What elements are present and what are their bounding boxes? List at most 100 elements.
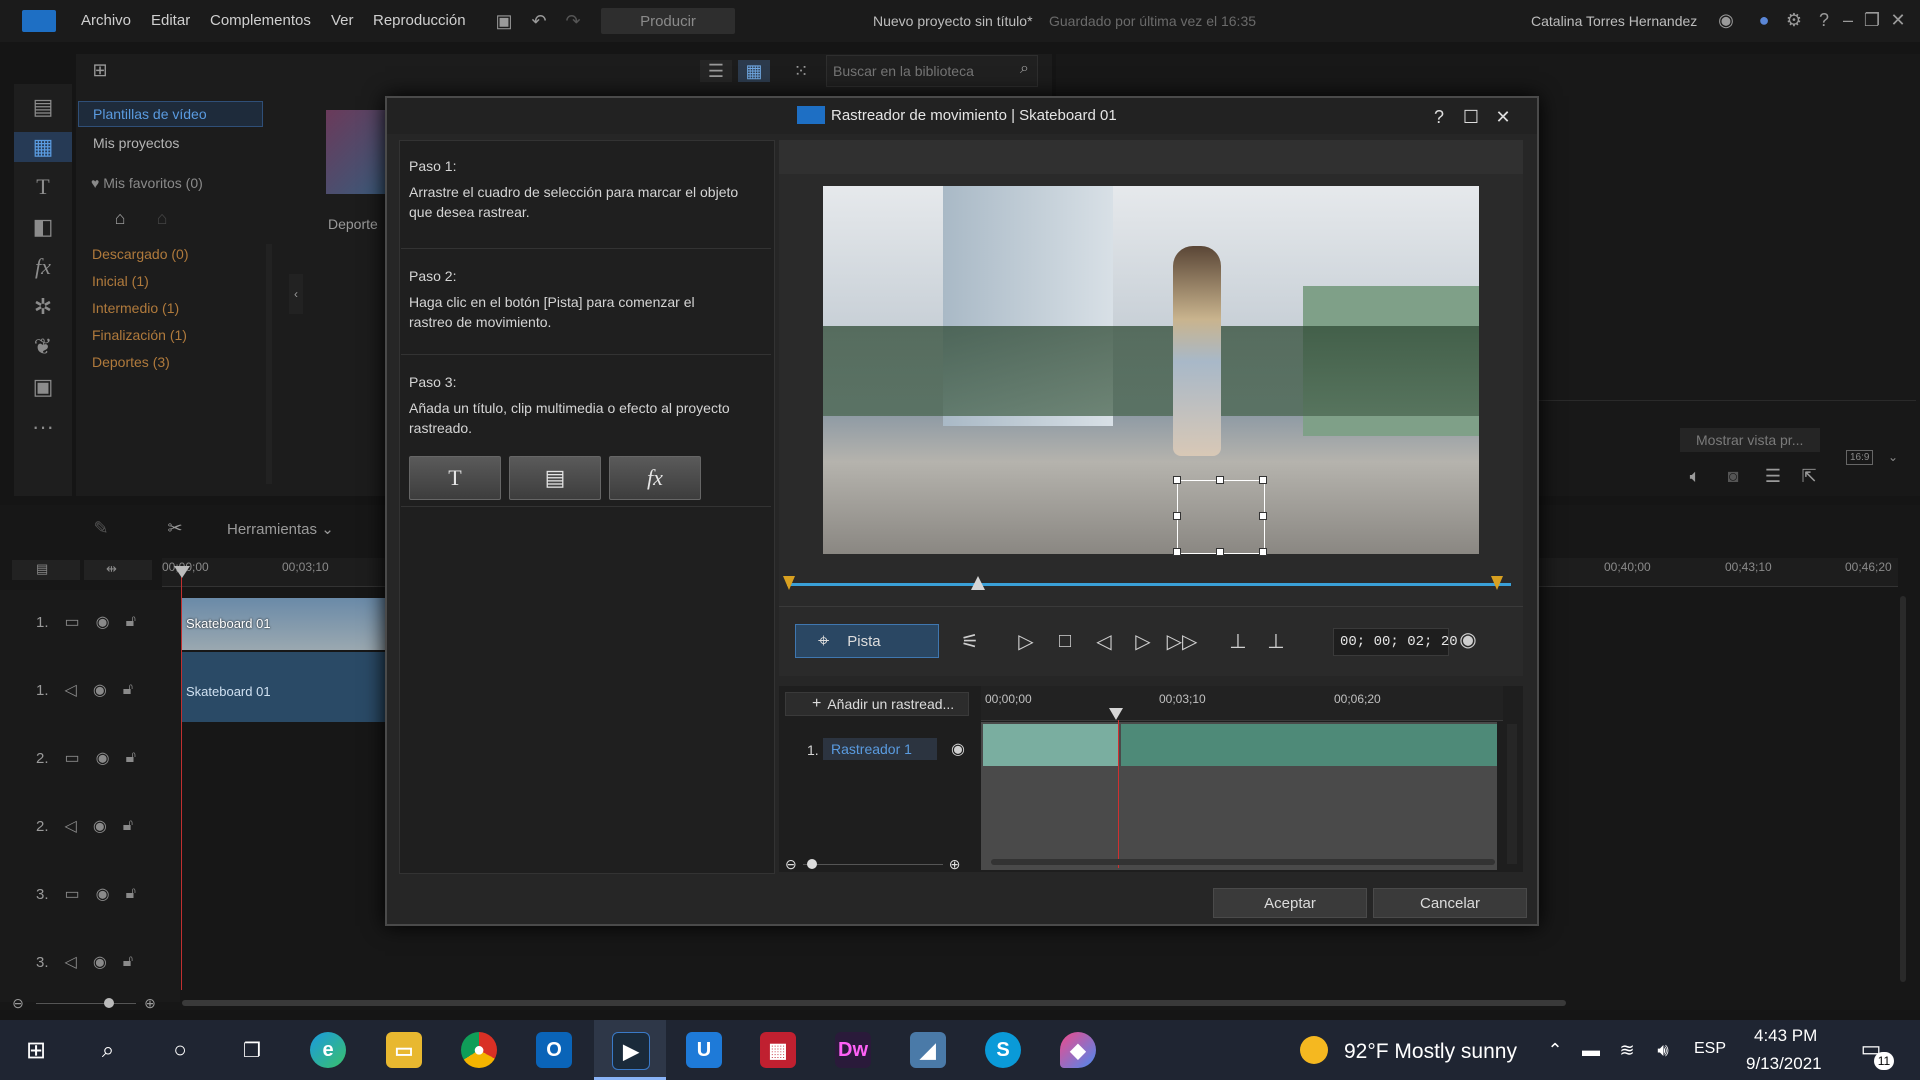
lock-icon[interactable]: 🔓︎ xyxy=(126,749,136,767)
search-icon[interactable]: ⌕ xyxy=(1020,60,1029,78)
visibility-eye-icon[interactable]: ◉ xyxy=(96,884,110,904)
more-rooms-icon[interactable]: ··· xyxy=(26,412,60,442)
media-room-icon[interactable]: ▤ xyxy=(26,92,60,122)
transition-room-icon[interactable]: ◧ xyxy=(26,212,60,242)
account-icon[interactable]: ◉ xyxy=(1714,8,1738,32)
tracked-segment[interactable] xyxy=(983,724,1119,766)
resize-handle[interactable] xyxy=(1259,512,1267,520)
aspect-ratio-select[interactable]: 16:9 ⌄ xyxy=(1846,450,1900,470)
save-icon[interactable]: ▣ xyxy=(492,10,516,32)
produce-button[interactable]: Producir xyxy=(601,8,735,34)
menu-reproduccion[interactable]: Reproducción xyxy=(373,12,466,29)
chrome-icon[interactable]: ● xyxy=(461,1032,497,1068)
menu-editar[interactable]: Editar xyxy=(151,12,190,29)
lock-icon[interactable]: 🔓︎ xyxy=(126,613,136,631)
zoom-in-icon[interactable]: ⊕ xyxy=(949,856,961,873)
panel-resize-handle[interactable] xyxy=(779,676,1523,684)
video-preview-frame[interactable] xyxy=(823,186,1479,554)
menu-ver[interactable]: Ver xyxy=(331,12,354,29)
powerdirector-icon[interactable]: ▶ xyxy=(612,1032,650,1070)
import-folder-icon[interactable]: ⊞ xyxy=(88,58,112,82)
list-view-icon[interactable]: ☰ xyxy=(700,60,732,82)
task-view-icon[interactable]: ❐ xyxy=(236,1034,268,1066)
playhead-handle[interactable] xyxy=(174,566,190,578)
split-scissors-icon[interactable]: ✂ xyxy=(160,516,190,540)
settings-gear-icon[interactable]: ⚙ xyxy=(1782,8,1806,32)
minimize-icon[interactable]: – xyxy=(1836,8,1860,32)
skype-icon[interactable]: S xyxy=(985,1032,1021,1068)
wifi-icon[interactable]: ≋ xyxy=(1614,1038,1640,1062)
tracker-horizontal-scrollbar[interactable] xyxy=(991,859,1495,865)
add-tag-icon[interactable]: ⌂ xyxy=(108,206,132,230)
tracker-zoom-slider[interactable] xyxy=(802,859,943,869)
edit-pencil-icon[interactable]: ✎ xyxy=(86,516,116,540)
battery-icon[interactable]: ▬ xyxy=(1578,1038,1604,1062)
scrub-position-handle[interactable] xyxy=(971,576,985,590)
scrub-bar[interactable] xyxy=(787,583,1511,586)
add-tracker-button[interactable]: + Añadir un rastread... xyxy=(785,692,969,716)
quality-icon[interactable]: ☰ xyxy=(1760,464,1786,488)
nav-my-projects[interactable]: Mis proyectos xyxy=(93,135,179,151)
outlook-icon[interactable]: O xyxy=(536,1032,572,1068)
visibility-eye-icon[interactable]: ◉ xyxy=(93,816,107,836)
collapse-panel-icon[interactable]: ‹ xyxy=(289,274,303,314)
fast-forward-icon[interactable]: ▷▷ xyxy=(1167,626,1198,656)
cancel-button[interactable]: Cancelar xyxy=(1373,888,1527,918)
effects-room-icon[interactable]: fx xyxy=(26,252,60,282)
clock-date[interactable]: 9/13/2021 xyxy=(1746,1054,1822,1074)
tracker-clip-segment[interactable] xyxy=(1121,724,1497,766)
mark-out-icon[interactable]: ⊥ xyxy=(1261,626,1291,656)
lock-icon[interactable]: 🔓︎ xyxy=(123,681,133,699)
add-title-button[interactable]: T xyxy=(409,456,501,500)
zoom-in-icon[interactable]: ⊕ xyxy=(142,995,158,1011)
dreamweaver-icon[interactable]: Dw xyxy=(835,1032,871,1068)
stop-icon[interactable]: □ xyxy=(1050,626,1080,656)
help-icon[interactable]: ? xyxy=(1812,8,1836,32)
lock-icon[interactable]: 🔓︎ xyxy=(126,885,136,903)
title-room-icon[interactable]: T xyxy=(26,172,60,202)
redo-icon[interactable]: ↷ xyxy=(561,10,585,32)
help-icon[interactable]: ? xyxy=(1427,106,1451,128)
visibility-eye-icon[interactable]: ◉ xyxy=(96,748,110,768)
red-app-icon[interactable]: ▦ xyxy=(760,1032,796,1068)
next-frame-icon[interactable]: ▷ xyxy=(1128,626,1158,656)
track-button[interactable]: ⌖ Pista xyxy=(795,624,939,658)
snapshot-icon[interactable]: ◙ xyxy=(1720,464,1746,488)
category-finalizacion[interactable]: Finalización (1) xyxy=(92,327,187,343)
thumbnail-view-icon[interactable]: ⁙ xyxy=(788,60,814,82)
timeline-vertical-scrollbar[interactable] xyxy=(1900,596,1906,982)
resize-handle[interactable] xyxy=(1216,476,1224,484)
close-icon[interactable]: ✕ xyxy=(1491,106,1515,128)
notification-bell-icon[interactable]: ● xyxy=(1752,8,1776,32)
undo-icon[interactable]: ↶ xyxy=(527,10,551,32)
edge-browser-icon[interactable]: e xyxy=(310,1032,346,1068)
add-media-button[interactable]: ▤ xyxy=(509,456,601,500)
subtitle-room-icon[interactable]: ▣ xyxy=(26,372,60,402)
timecode-field[interactable]: 00; 00; 02; 20 xyxy=(1333,628,1458,656)
preview-toggle-icon[interactable]: ◉ xyxy=(1453,624,1483,654)
volume-icon[interactable]: 🔊︎ xyxy=(1650,1038,1676,1062)
mark-out-handle[interactable] xyxy=(1491,576,1503,590)
color-app-icon[interactable]: ◆ xyxy=(1060,1032,1096,1068)
u-app-icon[interactable]: U xyxy=(686,1032,722,1068)
accept-button[interactable]: Aceptar xyxy=(1213,888,1367,918)
chevron-up-icon[interactable]: ⌃ xyxy=(1544,1038,1566,1062)
resize-handle[interactable] xyxy=(1173,476,1181,484)
resize-handle[interactable] xyxy=(1173,548,1181,556)
show-preview-button[interactable]: Mostrar vista pr... xyxy=(1680,428,1820,452)
tracker-name-field[interactable]: Rastreador 1 xyxy=(823,738,937,760)
remove-tag-icon[interactable]: ⌂ xyxy=(150,206,174,230)
windows-start-icon[interactable]: ⊞ xyxy=(20,1034,52,1066)
resize-handle[interactable] xyxy=(1216,548,1224,556)
template-thumbnail[interactable] xyxy=(326,110,386,194)
undock-icon[interactable]: ⇱ xyxy=(1796,464,1822,488)
resize-handle[interactable] xyxy=(1259,548,1267,556)
menu-archivo[interactable]: Archivo xyxy=(81,12,131,29)
visibility-eye-icon[interactable]: ◉ xyxy=(96,612,110,632)
category-scrollbar[interactable] xyxy=(266,244,272,484)
tracker-ruler[interactable] xyxy=(981,686,1503,721)
nav-video-templates[interactable]: Plantillas de vídeo xyxy=(78,101,263,127)
close-icon[interactable]: ✕ xyxy=(1886,8,1910,32)
restore-icon[interactable]: ❐ xyxy=(1860,8,1884,32)
tracker-playhead-handle[interactable] xyxy=(1109,708,1123,720)
